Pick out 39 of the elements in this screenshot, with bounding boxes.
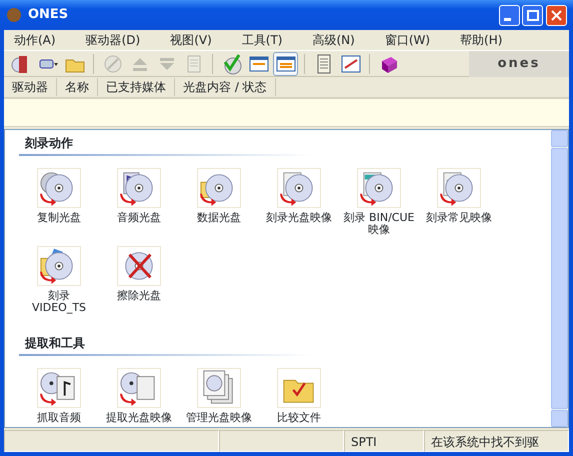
app-logo: ones (469, 50, 569, 76)
action-label[interactable]: 擦除光盘 (117, 290, 161, 302)
menu-item[interactable]: 窗口(W) (378, 31, 440, 49)
maximize-icon (525, 8, 540, 22)
maximize-button[interactable] (522, 4, 544, 26)
column-header[interactable]: 已支持媒体 (98, 78, 175, 96)
action-label[interactable]: 刻录 BIN/CUE 映像 (344, 212, 414, 236)
status-text: SPTI (344, 430, 424, 452)
action-label[interactable]: 音频光盘 (117, 212, 161, 224)
edit-icon (340, 52, 362, 74)
section-title: 提取和工具 (19, 334, 439, 356)
action-label[interactable]: 刻录光盘映像 (266, 212, 332, 224)
window-title: ONES (28, 6, 68, 24)
menu-item[interactable]: 动作(A) (8, 31, 66, 49)
action-label[interactable]: 数据光盘 (197, 212, 241, 224)
column-header[interactable]: 名称 (57, 78, 98, 96)
action-label[interactable]: 比较文件 (277, 412, 321, 424)
action-label[interactable]: 刻录常见映像 (426, 212, 492, 224)
section-title: 刻录动作 (19, 134, 439, 156)
menu-item[interactable]: 工具(T) (236, 31, 292, 49)
column-header[interactable]: 驱动器 (4, 78, 57, 96)
menu-item[interactable]: 帮助(H) (454, 31, 512, 49)
toolbar-button[interactable] (273, 52, 298, 76)
action-label[interactable]: 复制光盘 (37, 212, 81, 224)
minimize-button[interactable] (498, 4, 520, 26)
action-label[interactable]: 提取光盘映像 (106, 412, 172, 424)
menu-item[interactable]: 视图(V) (164, 31, 222, 49)
close-icon (549, 8, 564, 22)
app-icon (6, 5, 22, 25)
scrollbar[interactable] (551, 130, 568, 427)
action-label[interactable]: 刻录 VIDEO_TS (32, 290, 86, 314)
menu-item[interactable]: 高级(N) (306, 31, 365, 49)
close-button[interactable] (546, 4, 567, 26)
column-header[interactable]: 光盘内容 / 状态 (175, 78, 276, 96)
status-text: 在该系统中找不到驱 (424, 430, 569, 452)
menu-item[interactable]: 驱动器(D) (80, 31, 150, 49)
action-label[interactable]: 管理光盘映像 (186, 412, 252, 424)
minimize-icon (504, 18, 510, 20)
action-label[interactable]: 抓取音频 (37, 412, 81, 424)
